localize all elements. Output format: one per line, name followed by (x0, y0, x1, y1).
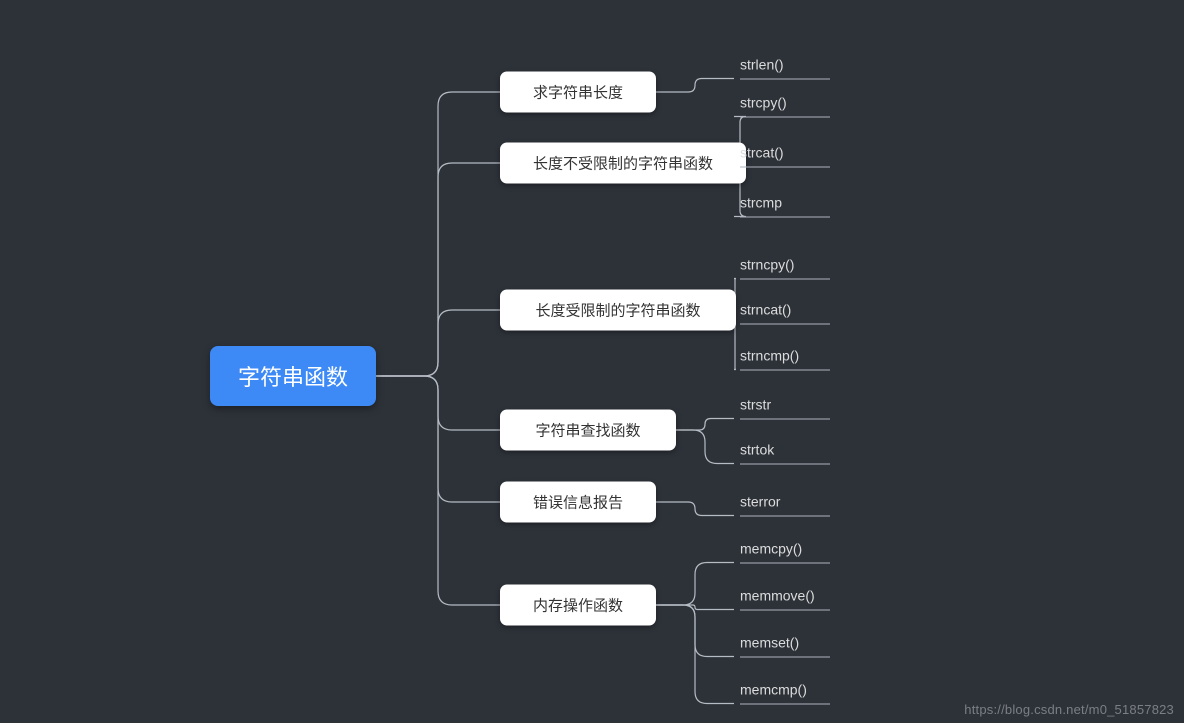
branch-node-4[interactable]: 错误信息报告 (500, 482, 656, 523)
leaf-label: strcmp (740, 195, 782, 211)
leaf-node-5-1[interactable]: memmove() (740, 582, 830, 611)
leaf-node-5-0[interactable]: memcpy() (740, 535, 830, 564)
leaf-node-1-2[interactable]: strcmp (740, 189, 830, 218)
leaf-node-1-0[interactable]: strcpy() (740, 89, 830, 118)
leaf-label: memcpy() (740, 541, 802, 557)
branch-label: 长度受限制的字符串函数 (535, 303, 700, 320)
leaf-label: strncpy() (740, 257, 794, 273)
branch-label: 字符串查找函数 (535, 423, 640, 440)
leaf-node-2-1[interactable]: strncat() (740, 296, 830, 325)
leaf-label: memset() (740, 635, 799, 651)
leaf-label: strtok (740, 442, 774, 458)
branch-label: 错误信息报告 (533, 495, 623, 512)
branch-node-5[interactable]: 内存操作函数 (500, 585, 656, 626)
leaf-node-5-3[interactable]: memcmp() (740, 676, 830, 705)
leaf-label: memmove() (740, 588, 815, 604)
leaf-label: sterror (740, 494, 780, 510)
leaf-label: strcpy() (740, 95, 787, 111)
leaf-label: strncat() (740, 302, 791, 318)
mindmap-stage: { "root": { "label": "字符串函数" }, "branche… (0, 0, 1184, 723)
leaf-label: strstr (740, 397, 771, 413)
leaf-label: strncmp() (740, 348, 799, 364)
leaf-node-4-0[interactable]: sterror (740, 488, 830, 517)
branch-label: 长度不受限制的字符串函数 (533, 156, 713, 173)
branch-label: 求字符串长度 (533, 85, 623, 102)
leaf-node-3-0[interactable]: strstr (740, 391, 830, 420)
branch-node-1[interactable]: 长度不受限制的字符串函数 (500, 143, 746, 184)
leaf-node-3-1[interactable]: strtok (740, 436, 830, 465)
leaf-node-5-2[interactable]: memset() (740, 629, 830, 658)
branch-node-0[interactable]: 求字符串长度 (500, 72, 656, 113)
leaf-node-2-2[interactable]: strncmp() (740, 342, 830, 371)
leaf-node-0-0[interactable]: strlen() (740, 51, 830, 80)
branch-node-2[interactable]: 长度受限制的字符串函数 (500, 290, 736, 331)
branch-label: 内存操作函数 (533, 598, 623, 615)
root-node[interactable]: 字符串函数 (210, 346, 376, 406)
leaf-label: strlen() (740, 57, 784, 73)
leaf-label: memcmp() (740, 682, 807, 698)
leaf-node-2-0[interactable]: strncpy() (740, 251, 830, 280)
leaf-node-1-1[interactable]: strcat() (740, 139, 830, 168)
watermark-text: https://blog.csdn.net/m0_51857823 (964, 702, 1174, 717)
branch-node-3[interactable]: 字符串查找函数 (500, 410, 676, 451)
leaf-label: strcat() (740, 145, 784, 161)
root-label: 字符串函数 (238, 365, 348, 390)
